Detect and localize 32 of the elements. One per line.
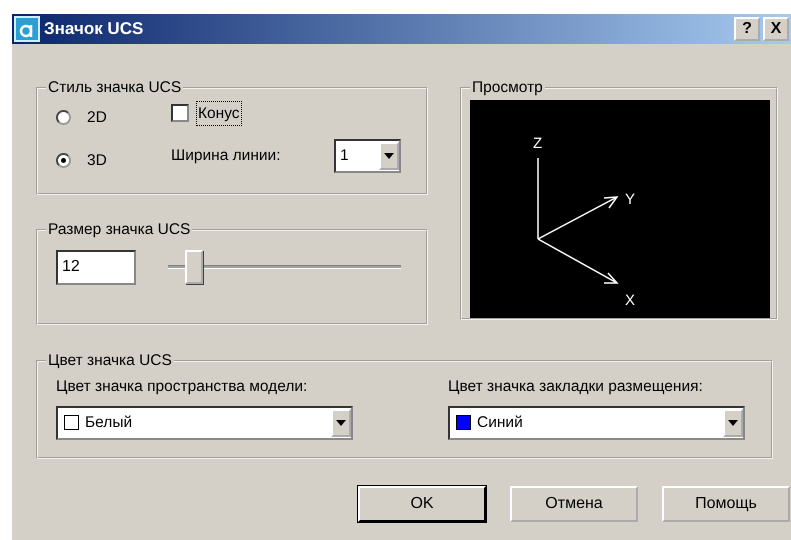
- group-title: Просмотр: [471, 80, 544, 96]
- field-label: Ширина линии:: [171, 146, 282, 166]
- radio-label[interactable]: 2D: [87, 106, 107, 129]
- color-dropdown[interactable]: Синий: [448, 406, 745, 440]
- axis-label: Y: [625, 190, 636, 208]
- dialog-button[interactable]: OK: [358, 486, 486, 522]
- caret-icon: [336, 420, 346, 426]
- size-slider[interactable]: [168, 250, 401, 284]
- app-icon: [14, 16, 40, 42]
- radio-button[interactable]: [56, 152, 71, 168]
- slider-thumb[interactable]: [184, 250, 203, 284]
- window-title: Значок UCS: [44, 18, 144, 40]
- close-button[interactable]: X: [763, 17, 789, 41]
- field-label: Цвет значка закладки размещения:: [448, 376, 704, 396]
- caret-icon: [384, 152, 394, 159]
- group-title: Стиль значка UCS: [47, 80, 182, 96]
- axis-label: X: [625, 292, 636, 308]
- radio-label[interactable]: 3D: [87, 148, 107, 172]
- dialog-button[interactable]: Помощь: [662, 486, 790, 522]
- group-title: Размер значка UCS: [47, 222, 192, 238]
- dialog-button[interactable]: Отмена: [510, 486, 638, 522]
- group-title: Цвет значка UCS: [47, 353, 173, 368]
- caret-icon: [728, 420, 738, 426]
- help-button[interactable]: ?: [734, 17, 760, 41]
- color-dropdown[interactable]: Белый: [56, 406, 353, 440]
- radio-button[interactable]: [56, 110, 71, 125]
- axis-label: Z: [533, 134, 542, 152]
- field-label: Цвет значка пространства модели:: [56, 376, 308, 396]
- line-width-dropdown[interactable]: 1: [334, 138, 401, 173]
- checkbox-label[interactable]: Конус: [197, 102, 241, 125]
- size-input-field[interactable]: 12: [56, 250, 136, 284]
- checkbox[interactable]: [171, 104, 189, 122]
